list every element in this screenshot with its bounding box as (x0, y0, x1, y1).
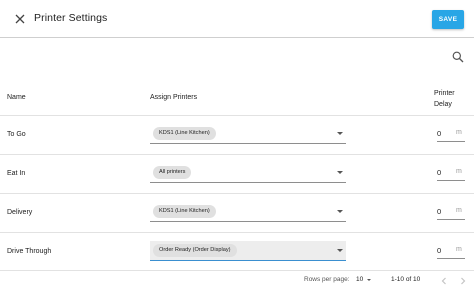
printer-delay-input[interactable]: 0 m (437, 165, 465, 181)
printer-delay-input[interactable]: 0 m (437, 243, 465, 259)
table-row: Eat In All printers 0 m (0, 155, 474, 194)
dropdown-arrow-icon (337, 171, 343, 174)
dropdown-arrow-icon (367, 279, 371, 281)
table-row: To Go KDS1 (Line Kitchen) 0 m (0, 116, 474, 155)
column-header-printer-delay: Printer Delay (434, 88, 455, 110)
dropdown-arrow-icon (337, 210, 343, 213)
row-name: To Go (7, 131, 26, 138)
pagination-bar: Rows per page: 10 1-10 of 10 (0, 270, 474, 305)
column-header-name: Name (7, 94, 26, 101)
assign-printers-select[interactable]: KDS1 (Line Kitchen) (150, 202, 346, 222)
table-row: Delivery KDS1 (Line Kitchen) 0 m (0, 194, 474, 233)
row-name: Drive Through (7, 248, 52, 255)
table-row: Drive Through Order Ready (Order Display… (0, 233, 474, 272)
next-page-icon[interactable] (457, 274, 469, 286)
column-header-assign-printers: Assign Printers (150, 94, 198, 101)
column-header-delay-line1: Printer (434, 90, 455, 97)
delay-unit: m (456, 207, 462, 214)
printer-chip: KDS1 (Line Kitchen) (153, 205, 216, 218)
printer-delay-input[interactable]: 0 m (437, 204, 465, 220)
assign-printers-select[interactable]: KDS1 (Line Kitchen) (150, 124, 346, 144)
delay-value: 0 (437, 246, 442, 255)
delay-unit: m (456, 168, 462, 175)
rows-per-page-select[interactable]: 10 (356, 274, 376, 286)
delay-value: 0 (437, 207, 442, 216)
assign-printers-select[interactable]: Order Ready (Order Display) (150, 241, 346, 261)
close-icon[interactable] (13, 12, 27, 26)
page-title: Printer Settings (34, 12, 108, 24)
save-button[interactable]: SAVE (432, 10, 464, 29)
rows-per-page-label: Rows per page: (304, 276, 350, 283)
printer-chip: All printers (153, 166, 192, 179)
column-header-delay-line2: Delay (434, 101, 452, 108)
printer-chip: KDS1 (Line Kitchen) (153, 127, 216, 140)
dropdown-arrow-icon (337, 249, 343, 252)
assign-printers-select[interactable]: All printers (150, 163, 346, 183)
row-name: Delivery (7, 209, 33, 216)
delay-value: 0 (437, 129, 442, 138)
previous-page-icon[interactable] (438, 274, 450, 286)
app-header: Printer Settings SAVE (0, 0, 474, 38)
search-icon[interactable] (451, 50, 465, 64)
delay-unit: m (456, 129, 462, 136)
printer-delay-input[interactable]: 0 m (437, 126, 465, 142)
row-name: Eat In (7, 170, 26, 177)
printer-chip: Order Ready (Order Display) (153, 244, 237, 257)
rows-per-page-value: 10 (356, 276, 364, 283)
delay-unit: m (456, 246, 462, 253)
pagination-range: 1-10 of 10 (391, 276, 421, 283)
delay-value: 0 (437, 168, 442, 177)
dropdown-arrow-icon (337, 132, 343, 135)
